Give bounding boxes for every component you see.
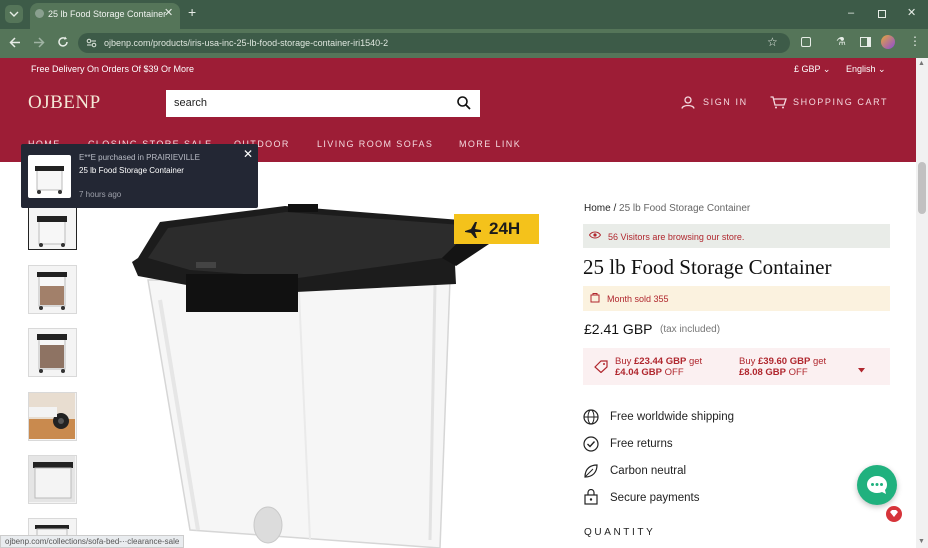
feature-free-returns: Free returns bbox=[610, 438, 673, 450]
shopping-cart-link[interactable]: SHOPPING CART bbox=[793, 97, 888, 107]
chevron-down-icon: ⌄ bbox=[878, 64, 886, 74]
caret-down-icon[interactable] bbox=[858, 368, 865, 373]
24h-badge-label: 24H bbox=[489, 219, 521, 238]
globe-icon bbox=[583, 409, 599, 425]
quantity-label: QUANTITY bbox=[584, 527, 656, 538]
site-favicon-icon bbox=[35, 9, 44, 18]
page-scrollbar-thumb[interactable] bbox=[918, 162, 926, 214]
offer-off-text: OFF bbox=[662, 367, 684, 378]
search-icon[interactable] bbox=[457, 96, 471, 110]
new-tab-icon[interactable]: + bbox=[188, 5, 196, 19]
visitors-text: 56 Visitors are browsing our store. bbox=[608, 232, 745, 242]
offer-off-text: OFF bbox=[786, 367, 808, 378]
offer-amount: £39.60 GBP bbox=[758, 356, 811, 367]
close-icon[interactable]: ✕ bbox=[243, 147, 253, 161]
promo-banner: Free Delivery On Orders Of $39 Or More bbox=[31, 64, 195, 74]
tax-note: (tax included) bbox=[660, 324, 721, 335]
product-thumbnail[interactable] bbox=[28, 455, 77, 504]
container-with-food-image bbox=[37, 272, 67, 310]
product-thumbnail[interactable] bbox=[28, 392, 77, 441]
feature-carbon-neutral: Carbon neutral bbox=[610, 465, 687, 477]
offer-buy-text: Buy bbox=[615, 356, 635, 367]
site-info-icon[interactable] bbox=[86, 38, 97, 48]
offer-buy-text: Buy bbox=[739, 356, 759, 367]
site-logo[interactable]: OJBENP bbox=[28, 92, 101, 114]
nav-item-living-room-sofas[interactable]: LIVING ROOM SOFAS bbox=[317, 139, 433, 149]
discount-offer[interactable]: Buy £39.60 GBP get £8.08 GBP OFF bbox=[739, 356, 826, 378]
bookmark-star-icon[interactable]: ☆ bbox=[767, 36, 778, 48]
profile-avatar[interactable] bbox=[881, 35, 895, 49]
forward-arrow-icon[interactable] bbox=[33, 37, 45, 48]
breadcrumb-current: 25 lb Food Storage Container bbox=[619, 203, 751, 214]
discount-offer[interactable]: Buy £23.44 GBP get £4.04 GBP OFF bbox=[615, 356, 702, 378]
browser-menu-icon[interactable]: ⋮ bbox=[909, 35, 921, 47]
search-input[interactable] bbox=[174, 97, 444, 109]
product-thumbnail[interactable] bbox=[28, 265, 77, 314]
maximize-icon[interactable] bbox=[878, 10, 886, 18]
leaf-icon bbox=[584, 464, 598, 478]
back-arrow-icon[interactable] bbox=[9, 37, 21, 48]
airplane-icon bbox=[465, 222, 481, 238]
product-main-image[interactable] bbox=[120, 200, 510, 548]
minimize-icon[interactable]: – bbox=[848, 8, 854, 19]
notification-time: 7 hours ago bbox=[79, 190, 122, 199]
extensions-icon[interactable] bbox=[801, 37, 811, 47]
notification-buyer: E**E purchased in PRAIRIEVILLE bbox=[79, 153, 200, 162]
chevron-down-icon: ⌄ bbox=[822, 64, 831, 74]
feature-free-shipping: Free worldwide shipping bbox=[610, 411, 735, 423]
price-tag-icon bbox=[594, 360, 608, 373]
offer-amount: £23.44 GBP bbox=[634, 356, 687, 367]
nav-item-more-link[interactable]: MORE LINK bbox=[459, 139, 521, 149]
status-bar-url: ojbenp.com/collections/sofa-bed-··cleara… bbox=[0, 535, 185, 548]
chat-bubble-icon bbox=[867, 476, 887, 494]
chevron-down-icon bbox=[9, 11, 19, 17]
offer-get-text: get bbox=[810, 356, 827, 367]
reload-icon[interactable] bbox=[57, 36, 69, 48]
labs-icon[interactable]: ⚗ bbox=[836, 37, 846, 48]
feature-secure-payments: Secure payments bbox=[610, 492, 700, 504]
month-sold-text: Month sold 355 bbox=[607, 294, 669, 304]
rewards-icon bbox=[890, 510, 898, 517]
product-title: 25 lb Food Storage Container bbox=[583, 255, 832, 279]
currency-selector[interactable]: £ GBP ⌄ bbox=[794, 64, 830, 75]
breadcrumb: Home / 25 lb Food Storage Container bbox=[584, 203, 750, 214]
eye-icon bbox=[589, 231, 601, 239]
product-price: £2.41 GBP bbox=[584, 321, 653, 337]
product-thumbnail[interactable] bbox=[28, 328, 77, 377]
tab-close-icon[interactable]: ✕ bbox=[164, 8, 173, 19]
lock-icon bbox=[584, 489, 598, 505]
notification-thumbnail[interactable] bbox=[28, 155, 71, 198]
currency-label: £ GBP bbox=[794, 64, 821, 74]
container-with-food-image bbox=[37, 334, 67, 373]
side-panel-icon[interactable] bbox=[860, 37, 871, 47]
breadcrumb-home[interactable]: Home bbox=[584, 203, 611, 214]
offer-discount: £4.04 GBP bbox=[615, 367, 662, 378]
check-circle-icon bbox=[583, 436, 599, 452]
language-selector[interactable]: English ⌄ bbox=[846, 64, 886, 75]
language-label: English bbox=[846, 64, 876, 74]
wheel-closeup-image bbox=[29, 393, 75, 439]
offer-discount: £8.08 GBP bbox=[739, 367, 786, 378]
window-close-icon[interactable]: ✕ bbox=[907, 8, 916, 19]
container-image bbox=[35, 166, 64, 194]
shopping-bag-icon bbox=[590, 293, 600, 303]
scroll-down-arrow-icon[interactable]: ▼ bbox=[918, 538, 925, 545]
lid-closeup-image bbox=[29, 456, 75, 502]
tab-title: 25 lb Food Storage Container bbox=[48, 9, 167, 19]
sign-in-link[interactable]: SIGN IN bbox=[703, 97, 748, 107]
scroll-up-arrow-icon[interactable]: ▲ bbox=[918, 60, 925, 67]
offer-get-text: get bbox=[686, 356, 703, 367]
product-thumbnail[interactable] bbox=[28, 201, 77, 250]
search-box bbox=[166, 90, 480, 117]
page-scrollbar-track[interactable] bbox=[916, 58, 928, 548]
notification-product[interactable]: 25 lb Food Storage Container bbox=[79, 166, 184, 175]
cart-icon[interactable] bbox=[770, 96, 787, 109]
url-text: ojbenp.com/products/iris-usa-inc-25-lb-f… bbox=[104, 38, 389, 48]
container-image bbox=[37, 216, 67, 247]
breadcrumb-separator: / bbox=[613, 203, 617, 214]
user-icon[interactable] bbox=[681, 96, 695, 109]
